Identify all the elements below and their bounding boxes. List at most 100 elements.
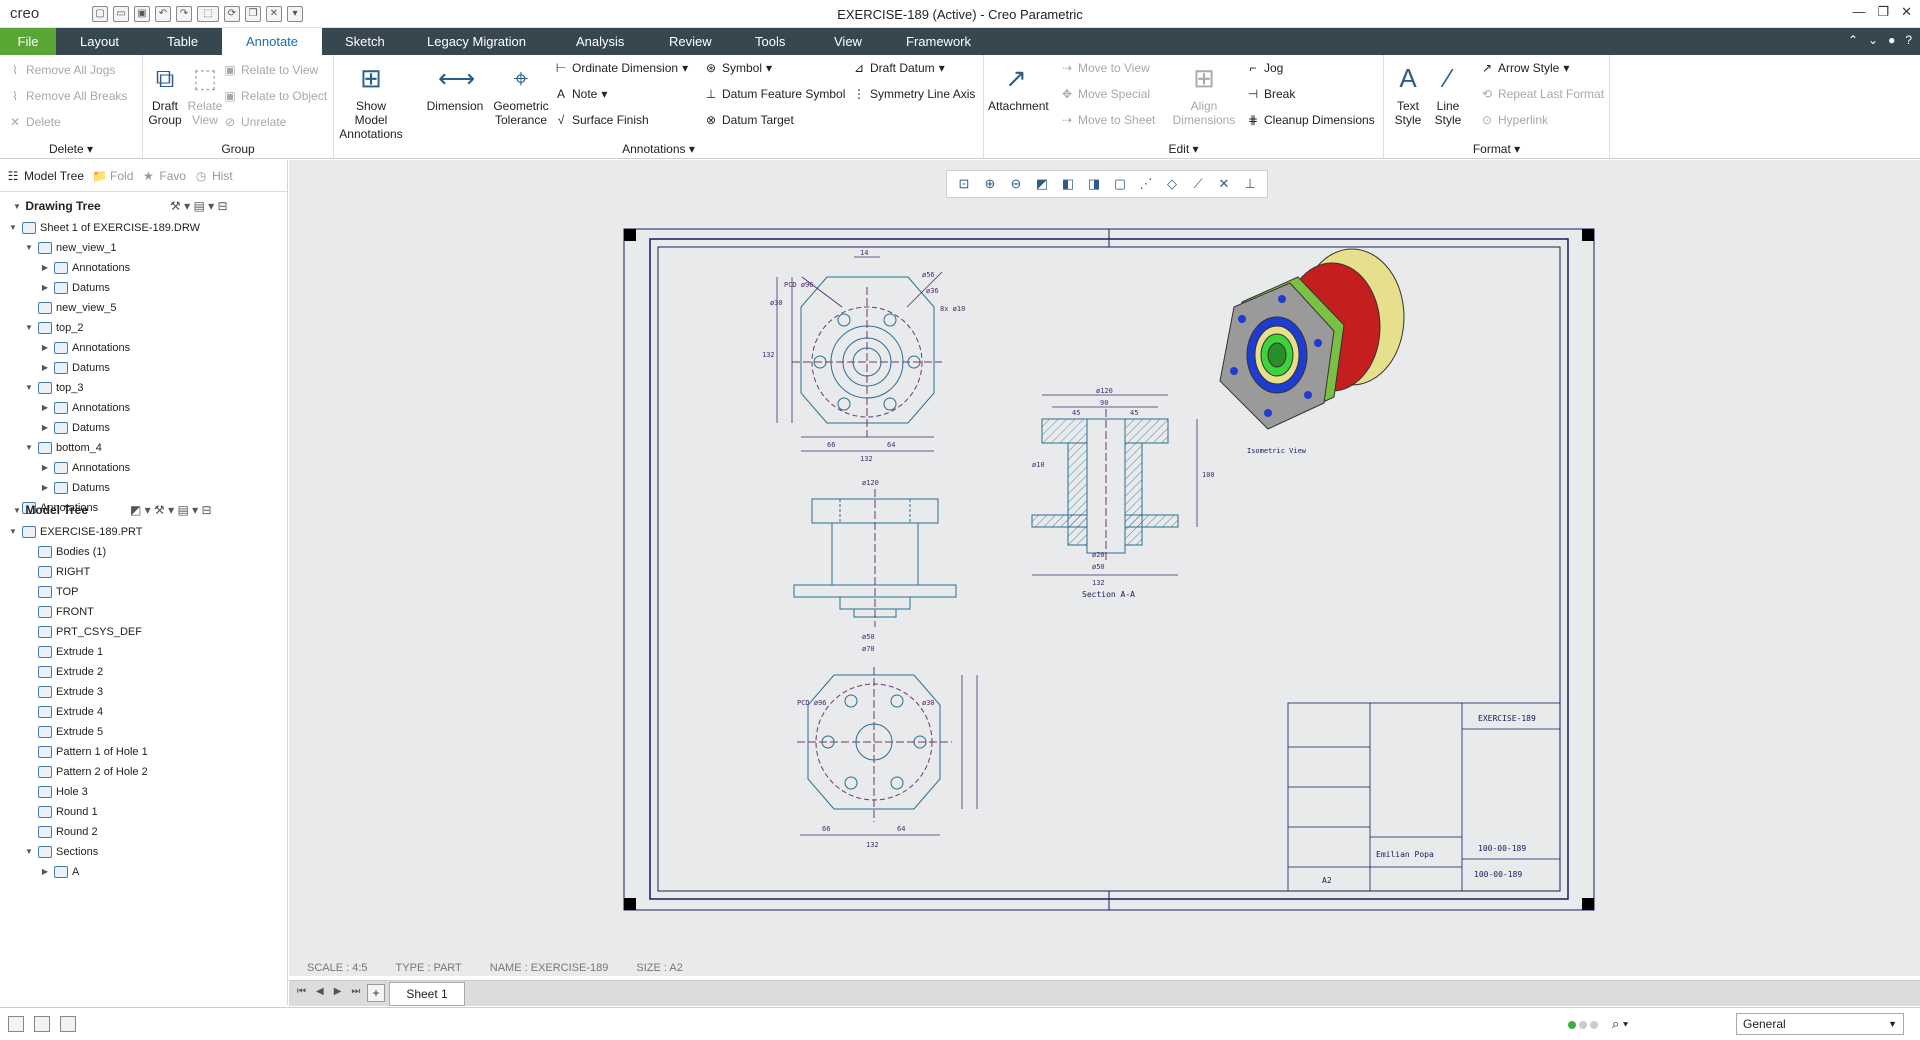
relate-to-view-button[interactable]: ▣ Relate to View bbox=[223, 63, 318, 77]
zoom-in-icon[interactable]: ⊕ bbox=[979, 174, 1001, 194]
align-dimensions-button[interactable]: ⊞ Align Dimensions bbox=[1172, 61, 1236, 127]
drawing-tree-item[interactable]: ▼ bottom_4 bbox=[24, 438, 102, 458]
tab-history[interactable]: ◷ Hist bbox=[194, 169, 233, 183]
drawing-tree-item[interactable]: ▼ top_3 bbox=[24, 378, 84, 398]
expand-icon[interactable]: ▶ bbox=[40, 358, 50, 378]
minimize-icon[interactable]: — bbox=[1852, 4, 1865, 20]
cleanup-dimensions-button[interactable]: ⋕ Cleanup Dimensions bbox=[1246, 113, 1375, 127]
restore-icon[interactable]: ❐ bbox=[1877, 4, 1889, 20]
tab-annotate[interactable]: Annotate bbox=[222, 28, 322, 55]
title-block[interactable] bbox=[1287, 702, 1561, 892]
model-tree-item[interactable]: PRT_CSYS_DEF bbox=[24, 622, 142, 642]
model-tree-item[interactable]: Pattern 1 of Hole 1 bbox=[24, 742, 148, 762]
expand-icon[interactable]: ▶ bbox=[40, 478, 50, 498]
tab-layout[interactable]: Layout bbox=[70, 28, 129, 55]
minimize-ribbon-icon[interactable]: ⌄ bbox=[1868, 33, 1878, 47]
bottom-view[interactable] bbox=[797, 667, 952, 822]
expand-icon[interactable]: ▶ bbox=[40, 398, 50, 418]
show-model-annotations-button[interactable]: ⊞ Show Model Annotations bbox=[338, 61, 404, 141]
drawing-tree-item[interactable]: new_view_5 bbox=[24, 298, 117, 318]
model-tree-item[interactable]: Extrude 1 bbox=[24, 642, 103, 662]
model-tree-item[interactable]: ▼ EXERCISE-189.PRT bbox=[8, 522, 143, 542]
draft-datum-button[interactable]: ⊿ Draft Datum ▾ bbox=[852, 61, 945, 75]
browser-toggle-icon[interactable] bbox=[34, 1016, 50, 1032]
add-sheet-button[interactable]: + bbox=[367, 984, 385, 1002]
model-tree-item[interactable]: TOP bbox=[24, 582, 78, 602]
expand-icon[interactable]: ▼ bbox=[8, 218, 18, 238]
next-sheet-icon[interactable]: ▶ bbox=[334, 986, 342, 997]
drawing-tree-item[interactable]: ▼ top_2 bbox=[24, 318, 84, 338]
text-style-button[interactable]: A Text Style bbox=[1388, 61, 1428, 127]
selection-filter[interactable]: General ▼ bbox=[1736, 1013, 1904, 1035]
page-icon[interactable]: ▢ bbox=[1109, 174, 1131, 194]
side-view[interactable] bbox=[793, 489, 957, 627]
display-style-icon[interactable]: ◧ bbox=[1057, 174, 1079, 194]
break-button[interactable]: ⊣ Break bbox=[1246, 87, 1296, 101]
model-tree-item[interactable]: ▶ A bbox=[40, 862, 79, 882]
expand-icon[interactable]: ▶ bbox=[40, 418, 50, 438]
tab-table[interactable]: Table bbox=[157, 28, 208, 55]
drawing-sheet[interactable]: 14 PCD ø96 ø30 ø56 ø36 8x ø10 132 66 64 … bbox=[622, 227, 1596, 912]
model-tree-item[interactable]: Bodies (1) bbox=[24, 542, 106, 562]
model-tree-item[interactable]: Pattern 2 of Hole 2 bbox=[24, 762, 148, 782]
refit-icon[interactable]: ⊡ bbox=[953, 174, 975, 194]
expand-icon[interactable]: ▼ bbox=[24, 238, 34, 258]
remove-all-breaks-button[interactable]: ⌇ Remove All Breaks bbox=[8, 89, 127, 103]
move-to-view-button[interactable]: ⇢ Move to View bbox=[1060, 61, 1150, 75]
expand-icon[interactable]: ▶ bbox=[40, 278, 50, 298]
datum-display-icon[interactable]: ⋰ bbox=[1135, 174, 1157, 194]
drawing-tree-item[interactable]: ▶ Datums bbox=[40, 418, 110, 438]
collapse-icon[interactable]: ▼ bbox=[12, 506, 22, 515]
isometric-view[interactable]: Isometric View bbox=[1219, 248, 1405, 455]
tab-sketch[interactable]: Sketch bbox=[335, 28, 395, 55]
drawing-tree-item[interactable]: ▶ Annotations bbox=[40, 338, 130, 358]
tab-analysis[interactable]: Analysis bbox=[566, 28, 634, 55]
model-tree-item[interactable]: RIGHT bbox=[24, 562, 90, 582]
expand-icon[interactable]: ▼ bbox=[24, 318, 34, 338]
tab-framework[interactable]: Framework bbox=[896, 28, 981, 55]
model-tree-header[interactable]: ▼ Model Tree ◩ ▾ ⚒ ▾ ▤ ▾ ⊟ bbox=[0, 498, 288, 522]
line-style-button[interactable]: ∕ Line Style bbox=[1428, 61, 1468, 127]
tree-settings-icon[interactable]: ⚒ ▾ ▤ ▾ ⊟ bbox=[170, 199, 228, 213]
expand-icon[interactable]: ▼ bbox=[8, 522, 18, 542]
first-sheet-icon[interactable]: ⏮ bbox=[297, 986, 306, 997]
annotations-group-label[interactable]: Annotations ▾ bbox=[334, 142, 983, 156]
expand-icon[interactable]: ▶ bbox=[40, 458, 50, 478]
tab-tools[interactable]: Tools bbox=[745, 28, 795, 55]
expand-icon[interactable]: ▶ bbox=[40, 258, 50, 278]
datum-target-button[interactable]: ⊗ Datum Target bbox=[704, 113, 794, 127]
tab-file[interactable]: File bbox=[0, 28, 56, 55]
zoom-out-icon[interactable]: ⊖ bbox=[1005, 174, 1027, 194]
tab-folder[interactable]: 📁 Fold bbox=[92, 169, 133, 183]
plane-display-icon[interactable]: ◇ bbox=[1161, 174, 1183, 194]
model-tree-settings-icon[interactable]: ◩ ▾ ⚒ ▾ ▤ ▾ ⊟ bbox=[130, 503, 212, 517]
user-icon[interactable]: ● bbox=[1888, 33, 1895, 47]
expand-icon[interactable]: ▼ bbox=[24, 842, 34, 862]
jog-button[interactable]: ⌐ Jog bbox=[1246, 61, 1283, 75]
hyperlink-button[interactable]: ⊙ Hyperlink bbox=[1480, 113, 1548, 127]
note-button[interactable]: A Note ▾ bbox=[554, 87, 607, 101]
draft-group-button[interactable]: ⧉ Draft Group bbox=[145, 61, 185, 127]
model-tree-item[interactable]: FRONT bbox=[24, 602, 94, 622]
sheet-tab-1[interactable]: Sheet 1 bbox=[389, 982, 465, 1006]
delete-group-label[interactable]: Delete ▾ bbox=[0, 142, 142, 156]
tab-model-tree[interactable]: ☷ Model Tree bbox=[6, 169, 84, 183]
drawing-tree-item[interactable]: ▶ Datums bbox=[40, 358, 110, 378]
sheets-icon[interactable]: ◨ bbox=[1083, 174, 1105, 194]
prev-sheet-icon[interactable]: ◀ bbox=[316, 986, 324, 997]
find-icon[interactable]: ⌕ ▾ bbox=[1612, 1016, 1628, 1032]
tab-view[interactable]: View bbox=[824, 28, 872, 55]
unrelate-button[interactable]: ⊘ Unrelate bbox=[223, 115, 286, 129]
collapse-ribbon-icon[interactable]: ⌃ bbox=[1848, 33, 1858, 47]
expand-icon[interactable]: ▶ bbox=[40, 338, 50, 358]
expand-icon[interactable]: ▼ bbox=[24, 378, 34, 398]
expand-icon[interactable]: ▶ bbox=[40, 862, 50, 882]
model-tree-item[interactable]: Round 1 bbox=[24, 802, 98, 822]
move-to-sheet-button[interactable]: ⇢ Move to Sheet bbox=[1060, 113, 1155, 127]
repaint-icon[interactable]: ◩ bbox=[1031, 174, 1053, 194]
drawing-tree-item[interactable]: ▼ Sheet 1 of EXERCISE-189.DRW bbox=[8, 218, 200, 238]
last-sheet-icon[interactable]: ⏭ bbox=[351, 986, 360, 997]
format-group-label[interactable]: Format ▾ bbox=[1384, 142, 1609, 156]
navigator-toggle-icon[interactable] bbox=[8, 1016, 24, 1032]
front-view[interactable] bbox=[792, 276, 942, 437]
